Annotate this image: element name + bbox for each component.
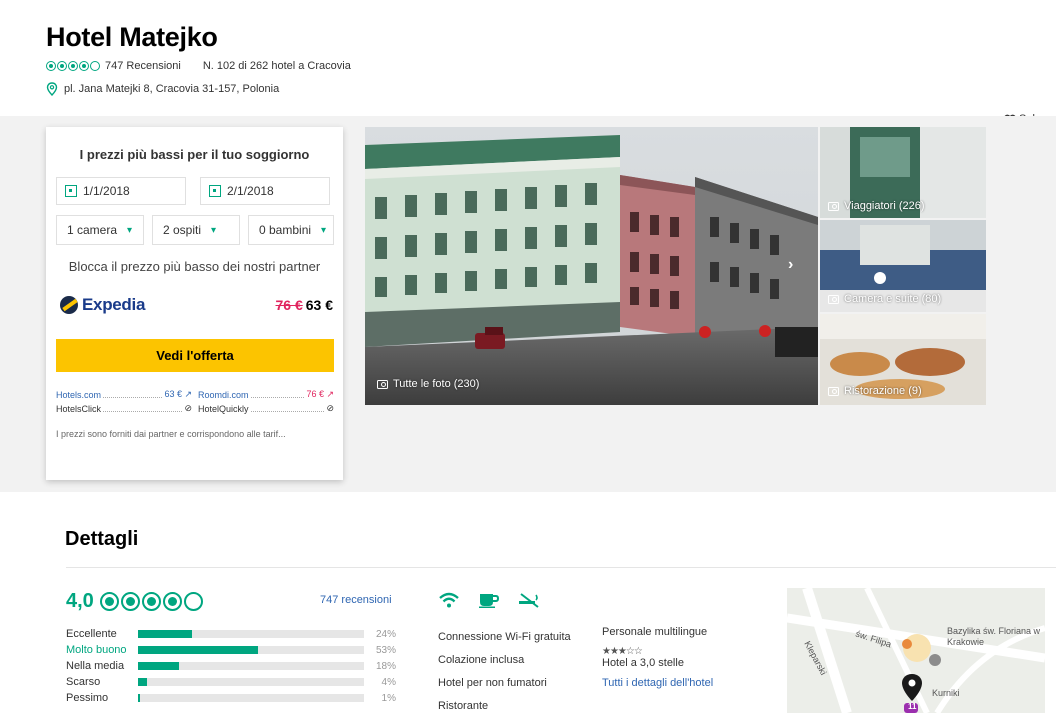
rating-bar-row[interactable]: Pessimo 1% <box>66 690 400 706</box>
all-details-link[interactable]: Tutti i dettagli dell'hotel <box>602 677 713 697</box>
partner-link[interactable]: HotelsClick ⊘ <box>56 403 192 414</box>
camera-icon <box>828 386 839 396</box>
bubble-rating <box>46 61 100 71</box>
bubble-rating-large <box>99 592 203 611</box>
amenity-item: Connessione Wi-Fi gratuita <box>438 631 571 643</box>
travelers-photo[interactable]: Viaggiatori (226) <box>820 127 986 218</box>
travelers-photo-label: Viaggiatori (226) <box>844 200 925 212</box>
coffee-cup-icon <box>479 594 500 608</box>
hotel-class: Hotel a 3,0 stelle <box>602 657 684 669</box>
booking-title: I prezzi più bassi per il tuo soggiorno <box>79 147 310 162</box>
wifi-icon <box>439 592 459 608</box>
camera-icon <box>828 294 839 304</box>
current-price: 63 € <box>305 297 333 313</box>
location-map[interactable]: św. Filipa Kleparski Bazylika św. Floria… <box>787 588 1045 713</box>
dining-photo[interactable]: Ristorazione (9) <box>820 314 986 405</box>
hotel-rank[interactable]: N. 102 di 262 hotel a Cracovia <box>203 60 351 72</box>
checkin-value: 1/1/2018 <box>83 184 130 198</box>
main-photo[interactable]: Tutte le foto (230) <box>365 127 818 405</box>
overall-score: 4,0 <box>66 590 203 613</box>
calendar-icon <box>209 185 221 197</box>
hotel-address[interactable]: pl. Jana Matejki 8, Cracovia 31-157, Pol… <box>64 83 279 95</box>
amenity-item: Colazione inclusa <box>438 654 525 666</box>
chevron-down-icon: ▾ <box>321 224 327 236</box>
camera-icon <box>828 201 839 211</box>
divider <box>66 567 1056 568</box>
rooms-value: 1 camera <box>67 223 118 237</box>
rating-bar-row[interactable]: Scarso 4% <box>66 674 400 690</box>
languages-info: Personale multilingue <box>602 626 708 638</box>
map-poi-label: Kurniki <box>932 688 960 698</box>
chevron-down-icon: ▾ <box>211 224 217 236</box>
rating-row: 747 Recensioni N. 102 di 262 hotel a Cra… <box>46 60 351 72</box>
lock-price-text: Blocca il prezzo più basso dei nostri pa… <box>68 259 321 274</box>
address-row: pl. Jana Matejki 8, Cracovia 31-157, Pol… <box>46 82 279 96</box>
rating-bar-row[interactable]: Nella media 18% <box>66 658 400 674</box>
details-title: Dettagli <box>65 528 139 550</box>
rating-breakdown: Eccellente 24% Molto buono 53% Nella med… <box>66 626 400 706</box>
map-poi-label: Bazylika św. Floriana w Krakowie <box>947 626 1041 647</box>
children-value: 0 bambini <box>259 223 312 237</box>
amenity-item: Ristorante <box>438 700 489 712</box>
hotel-class-stars-icon: ★★★☆☆ <box>602 646 643 657</box>
score-value: 4,0 <box>66 590 94 612</box>
building-photo <box>365 127 818 405</box>
price-block: 76 € 63 € <box>276 297 334 313</box>
hotel-title: Hotel Matejko <box>46 22 218 52</box>
all-photos-link[interactable]: Tutte le foto (230) <box>377 378 479 390</box>
no-smoking-icon <box>519 593 539 608</box>
dining-photo-label: Ristorazione (9) <box>844 385 922 397</box>
rating-bar-row[interactable]: Molto buono 53% <box>66 642 400 658</box>
checkin-field[interactable]: 1/1/2018 <box>56 177 186 205</box>
calendar-icon <box>65 185 77 197</box>
expedia-globe-icon <box>60 296 78 314</box>
bus-stop-badge: 11 <box>908 702 917 711</box>
map-tiles <box>787 588 1045 713</box>
rooms-select[interactable]: 1 camera ▾ <box>56 215 144 245</box>
view-offer-button[interactable]: Vedi l'offerta <box>56 339 334 372</box>
reviews-count-link[interactable]: 747 Recensioni <box>105 60 181 72</box>
partner-link[interactable]: Hotels.com 63 € ↗ <box>56 389 192 400</box>
partner-link[interactable]: Roomdi.com 76 € ↗ <box>198 389 334 400</box>
rooms-photo[interactable]: Camera e suite (80) <box>820 220 986 312</box>
location-pin-icon <box>46 82 58 96</box>
guests-select[interactable]: 2 ospiti ▾ <box>152 215 240 245</box>
chevron-down-icon: ▾ <box>127 224 133 236</box>
amenities-list: Connessione Wi-Fi gratuita Colazione inc… <box>438 626 571 713</box>
old-price: 76 € <box>275 297 303 313</box>
booking-card: I prezzi più bassi per il tuo soggiorno … <box>46 127 343 480</box>
hotel-header: Hotel Matejko 747 Recensioni N. 102 di 2… <box>0 0 1056 116</box>
partner-link[interactable]: HotelQuickly ⊘ <box>198 403 334 414</box>
rooms-photo-label: Camera e suite (80) <box>844 293 942 305</box>
price-disclaimer: I prezzi sono forniti dai partner e corr… <box>56 429 286 439</box>
next-photo-arrow[interactable]: › <box>788 256 793 274</box>
partner-list: Hotels.com 63 € ↗ Roomdi.com 76 € ↗ Hotels… <box>56 389 334 417</box>
checkout-field[interactable]: 2/1/2018 <box>200 177 330 205</box>
children-select[interactable]: 0 bambini ▾ <box>248 215 334 245</box>
rating-bar-row[interactable]: Eccellente 24% <box>66 626 400 642</box>
checkout-value: 2/1/2018 <box>227 184 274 198</box>
camera-icon <box>377 379 388 389</box>
partner-name: Expedia <box>82 295 146 314</box>
hotel-info-list: Personale multilingue ★★★☆☆ Hotel a 3,0 … <box>602 626 713 697</box>
expedia-logo: Expedia <box>60 295 145 315</box>
reviews-link[interactable]: 747 recensioni <box>320 594 392 606</box>
guests-value: 2 ospiti <box>163 223 202 237</box>
amenity-item: Hotel per non fumatori <box>438 677 547 689</box>
amenity-icons <box>438 592 540 608</box>
